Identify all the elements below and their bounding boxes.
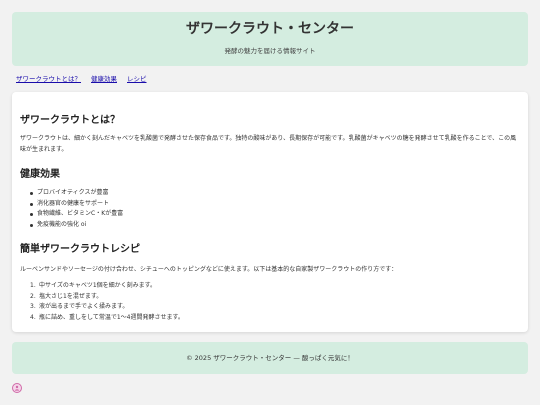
- avatar-icon[interactable]: [12, 383, 22, 393]
- nav-link-about[interactable]: ザワークラウトとは？: [16, 73, 81, 83]
- site-subtitle: 発酵の魅力を届ける情報サイト: [224, 47, 316, 55]
- nav-link-recipe[interactable]: レシピ: [127, 73, 147, 83]
- site-footer: © 2025 ザワークラウト・センター — 酸っぱく元気に！: [12, 342, 528, 374]
- about-text: ザワークラウトは、細かく刻んだキャベツを乳酸菌で発酵させた保存食品です。独特の酸…: [20, 135, 517, 153]
- avatar-glyph: [14, 385, 20, 391]
- step-text: 塩大さじ1を混ぜます。: [39, 292, 103, 300]
- nav-link-health[interactable]: 健康効果: [91, 73, 117, 83]
- list-item: 免疫機能の強化 oi: [30, 220, 123, 231]
- step-text: 中サイズのキャベツ1個を細かく刻みます。: [39, 282, 157, 289]
- main-nav: ザワークラウトとは？ 健康効果 レシピ: [16, 73, 147, 83]
- site-title: ザワークラウト・センター: [186, 21, 354, 37]
- list-item: 1. 中サイズのキャベツ1個を細かく刻みます。: [30, 281, 184, 292]
- list-item: 3. 液が出るまで手でよく揉みます。: [30, 302, 184, 313]
- list-item: プロバイオティクスが豊富: [30, 188, 123, 199]
- list-item: 2. 塩大さじ1を混ぜます。: [30, 292, 184, 303]
- recipe-heading: 簡単ザワークラウトレシピ: [20, 244, 140, 255]
- step-text: 瓶に詰め、重しをして常温で1〜4週間発酵させます。: [39, 313, 184, 321]
- content-card: ザワークラウトとは？ ザワークラウトは、細かく刻んだキャベツを乳酸菌で発酵させた…: [12, 92, 528, 332]
- site-header: ザワークラウト・センター 発酵の魅力を届ける情報サイト: [12, 12, 528, 66]
- list-item: 食物繊維、ビタミンC・Kが豊富: [30, 209, 123, 220]
- recipe-intro: ルーベンサンドやソーセージの付け合わせ、シチューへのトッピングなどに使えます。以…: [20, 266, 398, 273]
- health-heading: 健康効果: [20, 169, 60, 180]
- footer-text: © 2025 ザワークラウト・センター — 酸っぱく元気に！: [186, 354, 354, 362]
- recipe-steps: 1. 中サイズのキャベツ1個を細かく刻みます。 2. 塩大さじ1を混ぜます。 3. 液…: [30, 281, 184, 323]
- list-item: 消化器官の健康をサポート: [30, 199, 123, 210]
- step-text: 液が出るまで手でよく揉みます。: [39, 303, 129, 311]
- about-heading: ザワークラウトとは？: [20, 115, 120, 126]
- list-item: 4. 瓶に詰め、重しをして常温で1〜4週間発酵させます。: [30, 313, 184, 324]
- health-list: プロバイオティクスが豊富 消化器官の健康をサポート 食物繊維、ビタミンC・Kが豊…: [30, 188, 123, 230]
